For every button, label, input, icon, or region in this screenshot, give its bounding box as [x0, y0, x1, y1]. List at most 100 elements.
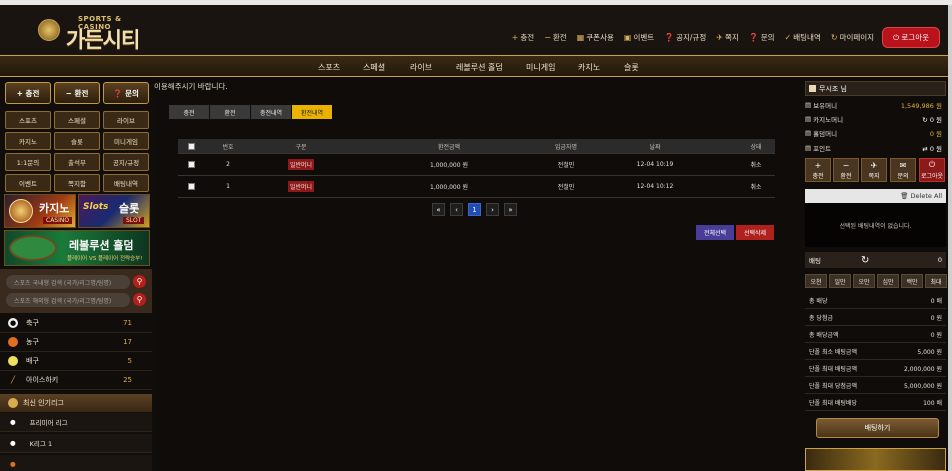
sport-item-basketball[interactable]: 농구 17 [0, 333, 152, 352]
side-message-button[interactable]: ✈ 쪽지 [861, 158, 887, 182]
row-checkbox[interactable] [187, 161, 195, 168]
sport-item-soccer[interactable]: ● 축구 71 [0, 314, 152, 333]
domestic-search-input[interactable]: 스포츠 국내형 검색 (국가/리그명/팀명) [6, 275, 130, 289]
bet-max-button[interactable]: 최대 [925, 274, 947, 288]
last-page-button[interactable]: » [504, 203, 517, 216]
side-inquiry-button[interactable]: ✉ 문의 [890, 158, 916, 182]
top-link-notice[interactable]: ❓ 공지/규정 [664, 32, 706, 43]
tab-deposit-history[interactable]: 충전내역 [251, 105, 291, 119]
overseas-search-input[interactable]: 스포츠 해외형 검색 (국가/리그명/팀명) [6, 293, 130, 307]
grid-slot[interactable]: 슬롯 [54, 132, 100, 150]
grid-sports[interactable]: 스포츠 [5, 111, 51, 129]
side-withdraw-button[interactable]: − 환전 [833, 158, 859, 182]
row-checkbox[interactable] [187, 183, 195, 190]
nav-sports[interactable]: 스포츠 [318, 62, 340, 73]
cell-no: 1 [226, 183, 230, 190]
first-page-button[interactable]: « [432, 203, 445, 216]
nav-casino[interactable]: 카지노 [578, 62, 600, 73]
top-link-bet-history[interactable]: ✓ 배팅내역 [785, 32, 821, 43]
side-deposit-button[interactable]: + 충전 [805, 158, 831, 182]
sport-item-icehockey[interactable]: ╱ 아이스하키 25 [0, 371, 152, 390]
logout-button[interactable]: ⏻ 로그아웃 [882, 27, 940, 48]
reset-icon[interactable]: ↻ [861, 255, 869, 266]
league-item[interactable]: ● [0, 455, 152, 471]
place-bet-button[interactable]: 배팅하기 [816, 418, 939, 438]
bet-amount-input[interactable]: 0 [938, 256, 942, 264]
top-link-event[interactable]: ▣ 이벤트 [624, 32, 654, 43]
grid-bet-history[interactable]: 배팅내역 [103, 174, 149, 192]
grid-inquiry[interactable]: 1:1문의 [5, 153, 51, 171]
bet-100000-button[interactable]: 십만 [877, 274, 899, 288]
delete-all-bets-button[interactable]: 🗑 Delete All [805, 189, 946, 203]
holdem-banner-title: 레볼루션 홀덤 [69, 239, 134, 252]
top-link-withdraw[interactable]: − 환전 [544, 32, 567, 43]
nav-special[interactable]: 스페셜 [363, 62, 385, 73]
select-all-checkbox[interactable] [187, 142, 195, 150]
grid-attendance[interactable]: 출석부 [54, 153, 100, 171]
user-header: 무시조 님 [805, 81, 946, 96]
stat-value: 0 원 [930, 314, 942, 322]
casino-banner[interactable]: 카지노 CASINO [4, 194, 76, 228]
top-link-deposit[interactable]: + 충전 [512, 32, 535, 43]
history-tabs: 충전 환전 충전내역 환전내역 [169, 105, 333, 119]
stat-label: 총 당첨금 [809, 314, 833, 322]
holdem-banner[interactable]: 레볼루션 홀덤 플레이어 VS 플레이어 전략승부! [4, 230, 150, 266]
bet-10000-button[interactable]: 일만 [829, 274, 851, 288]
grid-special[interactable]: 스페셜 [54, 111, 100, 129]
prev-page-button[interactable]: ‹ [450, 203, 463, 216]
nav-holdem[interactable]: 레볼루션 홀덤 [456, 62, 503, 73]
grid-minigame[interactable]: 미니게임 [103, 132, 149, 150]
poker-table-icon [9, 235, 57, 261]
refresh-icon[interactable]: ↻ [922, 116, 930, 124]
quick-deposit-button[interactable]: + 충전 [5, 82, 51, 104]
page-1-button[interactable]: 1 [468, 203, 481, 216]
league-item[interactable]: ● 프리미어 리그 [0, 413, 152, 432]
bet-5000-button[interactable]: 오천 [805, 274, 827, 288]
select-all-button[interactable]: 전체선택 [696, 225, 734, 240]
delete-selected-button[interactable]: 선택삭제 [736, 225, 774, 240]
bet-50000-button[interactable]: 오만 [853, 274, 875, 288]
nav-live[interactable]: 라이브 [410, 62, 432, 73]
top-link-label: 공지/규정 [676, 33, 707, 42]
minus-icon: − [842, 160, 850, 170]
top-link-coupon[interactable]: ▦ 쿠폰사용 [577, 32, 614, 43]
power-icon: ⏻ [928, 160, 936, 169]
side-logout-button[interactable]: ⏻ 로그아웃 [919, 158, 945, 182]
page-scrollbar[interactable] [948, 5, 952, 471]
empty-betslip-message: 선택된 배팅내역이 없습니다. [805, 203, 946, 247]
stat-row: 총 당첨금 0 원 [805, 309, 946, 326]
quick-withdraw-button[interactable]: − 환전 [54, 82, 100, 104]
wallet-icon: ▤ [805, 128, 812, 137]
sport-item-volleyball[interactable]: 배구 5 [0, 352, 152, 371]
top-link-mypage[interactable]: ↻ 마이페이지 [831, 32, 874, 43]
cell-status: 취소 [750, 184, 762, 191]
grid-casino[interactable]: 카지노 [5, 132, 51, 150]
quick-inquiry-button[interactable]: ❓ 문의 [103, 82, 149, 104]
grid-notice[interactable]: 공지/규정 [103, 153, 149, 171]
nav-minigame[interactable]: 미니게임 [526, 62, 555, 73]
plus-icon: + [511, 33, 519, 42]
tab-withdraw-history[interactable]: 환전내역 [292, 105, 332, 119]
search-icon[interactable]: ⚲ [133, 293, 146, 306]
power-icon: ⏻ [893, 32, 902, 42]
convert-icon[interactable]: ⇄ [922, 145, 930, 153]
holdem-money-row: ▤ 홀덤머니 0 원 [805, 126, 946, 139]
tab-withdraw[interactable]: 환전 [210, 105, 250, 119]
nav-slot[interactable]: 슬롯 [624, 62, 639, 73]
tab-deposit[interactable]: 충전 [169, 105, 209, 119]
top-link-message[interactable]: ✈ 쪽지 [716, 32, 739, 43]
search-icon[interactable]: ⚲ [133, 275, 146, 288]
league-item[interactable]: ● K리그 1 [0, 434, 152, 453]
grid-messages[interactable]: 쪽지함 [54, 174, 100, 192]
point-row: ▤ 포인트 ⇄ 0 원 [805, 141, 946, 154]
next-page-button[interactable]: › [486, 203, 499, 216]
top-link-inquiry[interactable]: ❓ 문의 [749, 32, 775, 43]
bet-1000000-button[interactable]: 백만 [901, 274, 923, 288]
sport-count: 17 [123, 338, 132, 346]
grid-event[interactable]: 이벤트 [5, 174, 51, 192]
site-logo[interactable]: SPORTS & CASINO 가든시티 [34, 13, 144, 52]
promo-banner[interactable] [805, 448, 946, 471]
slot-banner[interactable]: Slots 슬롯 SLOT [78, 194, 150, 228]
top-link-label: 마이페이지 [839, 33, 875, 42]
grid-live[interactable]: 라이브 [103, 111, 149, 129]
